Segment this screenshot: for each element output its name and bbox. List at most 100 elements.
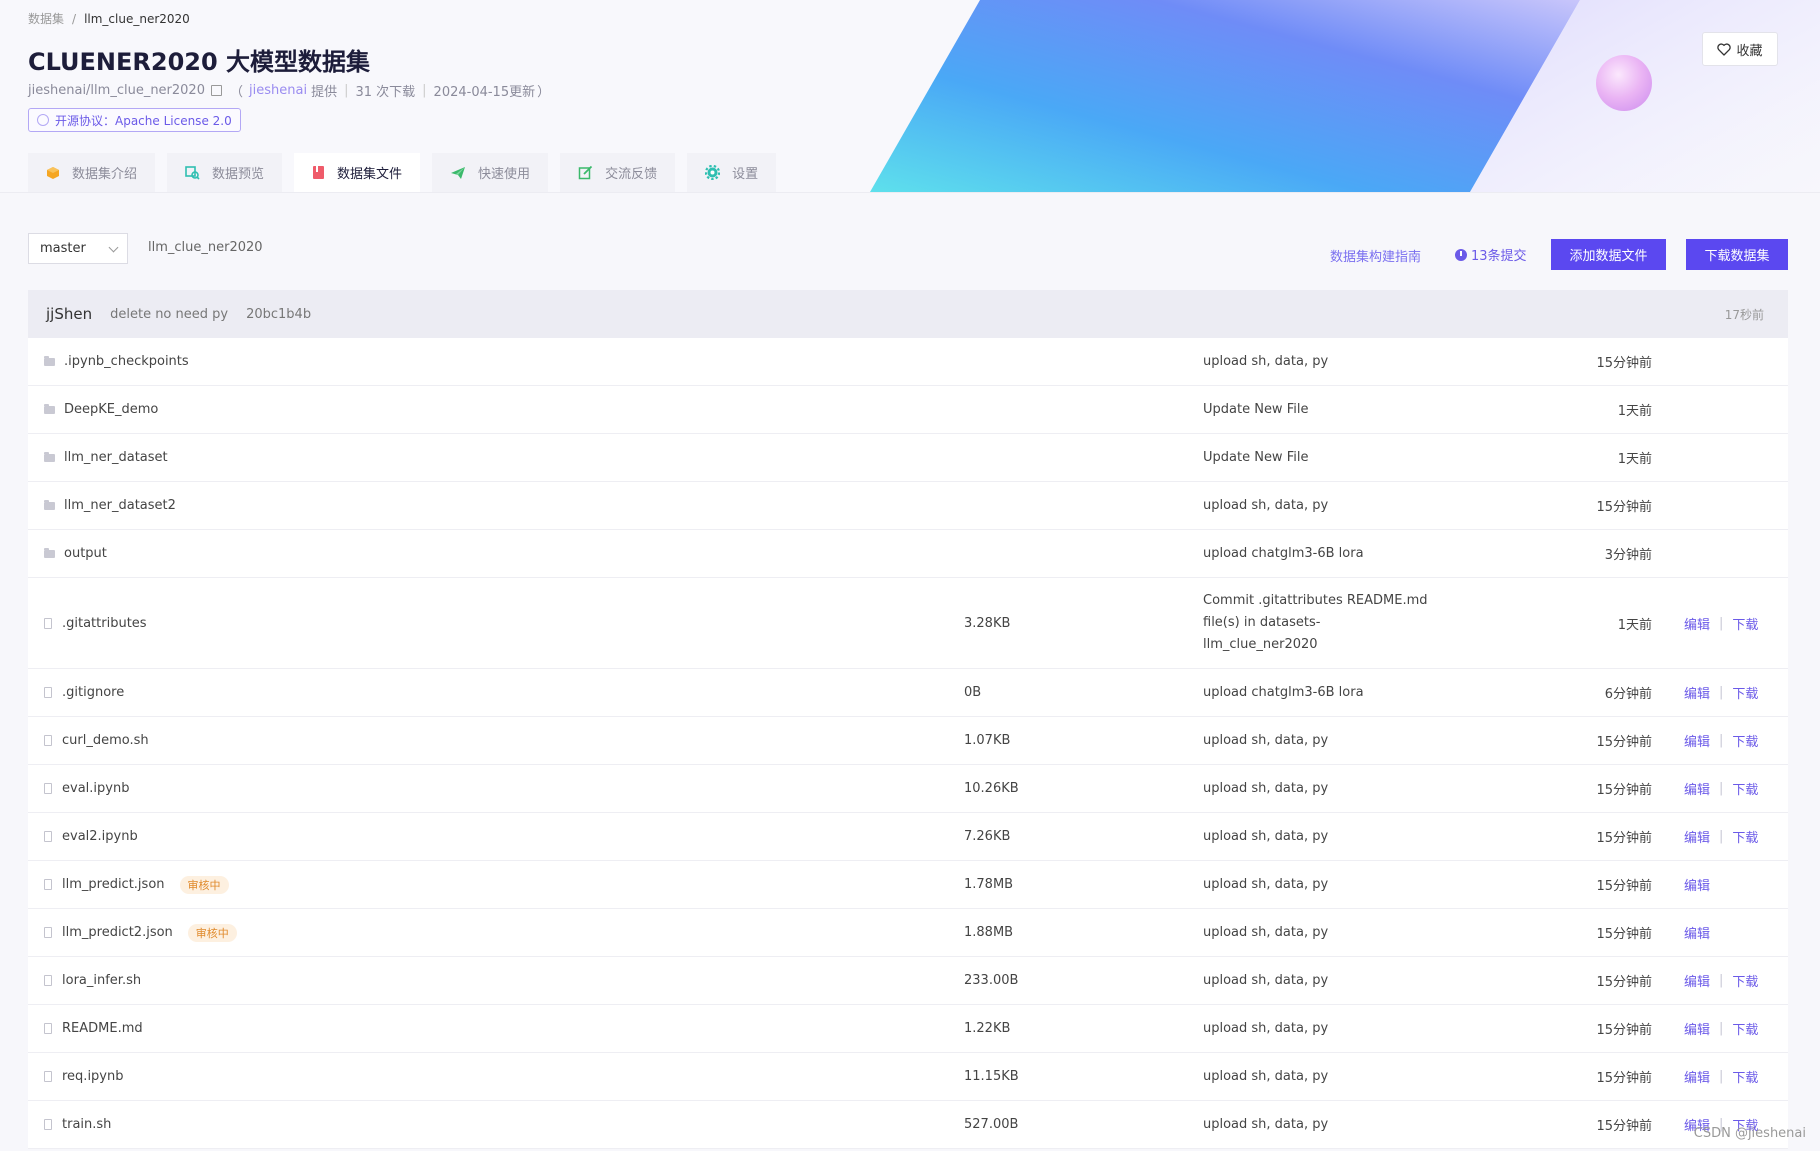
file-name-link[interactable]: llm_ner_dataset2	[64, 498, 176, 513]
download-link[interactable]: 下载	[1732, 1067, 1758, 1086]
file-commit-message: upload sh, data, py	[1203, 717, 1433, 764]
dataset-tabs: 数据集介绍 数据预览 数据集文件 快速使用 交流反馈 设置	[28, 153, 788, 192]
file-name-cell: eval2.ipynb	[44, 813, 138, 860]
file-name-link[interactable]: README.md	[62, 1021, 143, 1036]
commit-message-text[interactable]: Commit .gitattributes README.md file(s) …	[1203, 590, 1433, 656]
commit-message-text[interactable]: Update New File	[1203, 399, 1308, 421]
download-dataset-button[interactable]: 下载数据集	[1686, 239, 1788, 270]
file-name-link[interactable]: llm_ner_dataset	[64, 450, 168, 465]
file-row[interactable]: llm_ner_dataset2 upload sh, data, py 15分钟前	[28, 482, 1788, 530]
file-updated-time: 6分钟前	[1604, 687, 1652, 702]
commit-author[interactable]: jjShen	[46, 305, 92, 323]
download-link[interactable]: 下载	[1732, 614, 1758, 633]
file-row[interactable]: output upload chatglm3-6B lora 3分钟前	[28, 530, 1788, 578]
file-row[interactable]: README.md 1.22KB upload sh, data, py 15分钟前 编…	[28, 1005, 1788, 1053]
file-name-link[interactable]: DeepKE_demo	[64, 402, 158, 417]
file-commit-message: upload chatglm3-6B lora	[1203, 530, 1433, 577]
download-link[interactable]: 下载	[1732, 683, 1758, 702]
file-name-link[interactable]: llm_predict.json	[62, 877, 165, 892]
download-link[interactable]: 下载	[1732, 731, 1758, 750]
file-name-link[interactable]: .gitignore	[62, 685, 124, 700]
edit-link[interactable]: 编辑	[1684, 1067, 1710, 1086]
file-name-link[interactable]: output	[64, 546, 107, 561]
file-name-link[interactable]: .ipynb_checkpoints	[64, 354, 189, 369]
commit-message-text[interactable]: upload sh, data, py	[1203, 1018, 1328, 1040]
file-name-cell: train.sh	[44, 1101, 111, 1148]
file-name-link[interactable]: llm_predict2.json	[62, 925, 173, 940]
dataset-guide-link[interactable]: 数据集构建指南	[1330, 246, 1421, 265]
tab-data-preview[interactable]: 数据预览	[167, 153, 283, 192]
tab-feedback[interactable]: 交流反馈	[560, 153, 676, 192]
file-actions: 编辑 | 下载	[1684, 717, 1758, 764]
commit-message-text[interactable]: upload sh, data, py	[1203, 874, 1328, 896]
edit-link[interactable]: 编辑	[1684, 731, 1710, 750]
commit-message-text[interactable]: upload sh, data, py	[1203, 970, 1328, 992]
file-name-cell: llm_predict2.json 审核中	[44, 909, 237, 956]
download-link[interactable]: 下载	[1732, 1019, 1758, 1038]
commit-message-text[interactable]: upload sh, data, py	[1203, 495, 1328, 517]
commit-message-text[interactable]: upload chatglm3-6B lora	[1203, 543, 1364, 565]
file-row[interactable]: llm_predict.json 审核中 1.78MB upload sh, data…	[28, 861, 1788, 909]
edit-link[interactable]: 编辑	[1684, 971, 1710, 990]
license-badge[interactable]: 开源协议：Apache License 2.0	[28, 108, 241, 132]
commit-message-text[interactable]: upload sh, data, py	[1203, 730, 1328, 752]
file-row[interactable]: req.ipynb 11.15KB upload sh, data, py 15分钟前…	[28, 1053, 1788, 1101]
file-row[interactable]: .gitattributes 3.28KB Commit .gitattribute…	[28, 578, 1788, 669]
latest-commit-bar: jjShen delete no need py 20bc1b4b 17秒前	[28, 290, 1788, 338]
commit-message-text[interactable]: upload chatglm3-6B lora	[1203, 682, 1364, 704]
file-row[interactable]: eval2.ipynb 7.26KB upload sh, data, py 15分钟…	[28, 813, 1788, 861]
file-name-link[interactable]: req.ipynb	[62, 1069, 124, 1084]
download-link[interactable]: 下载	[1732, 827, 1758, 846]
download-link[interactable]: 下载	[1732, 779, 1758, 798]
branch-select[interactable]: master	[28, 233, 128, 264]
commit-message-text[interactable]: upload sh, data, py	[1203, 826, 1328, 848]
file-name-link[interactable]: lora_infer.sh	[62, 973, 141, 988]
tab-dataset-intro[interactable]: 数据集介绍	[28, 153, 156, 192]
file-updated-time: 15分钟前	[1596, 356, 1652, 371]
file-row[interactable]: llm_predict2.json 审核中 1.88MB upload sh, dat…	[28, 909, 1788, 957]
breadcrumb-root-link[interactable]: 数据集	[28, 12, 64, 26]
commit-message-text[interactable]: upload sh, data, py	[1203, 1114, 1328, 1136]
edit-link[interactable]: 编辑	[1684, 875, 1710, 894]
file-row[interactable]: .gitignore 0B upload chatglm3-6B lora 6分钟前 编…	[28, 669, 1788, 717]
file-row[interactable]: .ipynb_checkpoints upload sh, data, py 15分…	[28, 338, 1788, 386]
tab-dataset-files[interactable]: 数据集文件	[294, 153, 421, 192]
edit-link[interactable]: 编辑	[1684, 614, 1710, 633]
file-row[interactable]: DeepKE_demo Update New File 1天前	[28, 386, 1788, 434]
file-row[interactable]: lora_infer.sh 233.00B upload sh, data, py 1…	[28, 957, 1788, 1005]
edit-link[interactable]: 编辑	[1684, 779, 1710, 798]
commits-link[interactable]: 13条提交	[1455, 245, 1527, 264]
tab-quick-start[interactable]: 快速使用	[432, 153, 549, 192]
file-name-link[interactable]: eval.ipynb	[62, 781, 129, 796]
file-name-link[interactable]: curl_demo.sh	[62, 733, 149, 748]
file-row[interactable]: train.sh 527.00B upload sh, data, py 15分钟前编…	[28, 1101, 1788, 1149]
file-updated-time: 15分钟前	[1596, 975, 1652, 990]
commit-message-text[interactable]: upload sh, data, py	[1203, 1066, 1328, 1088]
tab-settings[interactable]: 设置	[687, 153, 777, 192]
favorite-button[interactable]: 收藏	[1702, 32, 1778, 66]
file-size: 0B	[964, 685, 982, 700]
edit-link[interactable]: 编辑	[1684, 683, 1710, 702]
commit-message-text[interactable]: Update New File	[1203, 447, 1308, 469]
commit-message-text[interactable]: upload sh, data, py	[1203, 778, 1328, 800]
copy-icon[interactable]	[210, 85, 222, 96]
add-data-file-button[interactable]: 添加数据文件	[1551, 239, 1666, 270]
file-name-link[interactable]: train.sh	[62, 1117, 111, 1132]
file-icon	[44, 879, 52, 890]
commit-message-text[interactable]: upload sh, data, py	[1203, 351, 1328, 373]
file-row[interactable]: eval.ipynb 10.26KB upload sh, data, py 15分钟…	[28, 765, 1788, 813]
file-name-link[interactable]: .gitattributes	[62, 616, 147, 631]
file-commit-message: upload sh, data, py	[1203, 909, 1433, 956]
heart-icon	[1717, 42, 1732, 56]
commit-message-text[interactable]: upload sh, data, py	[1203, 922, 1328, 944]
provider-link[interactable]: jieshenai	[249, 83, 307, 98]
download-link[interactable]: 下载	[1732, 971, 1758, 990]
file-actions: 编辑 | 下载	[1684, 578, 1758, 668]
file-name-link[interactable]: eval2.ipynb	[62, 829, 138, 844]
file-row[interactable]: curl_demo.sh 1.07KB upload sh, data, py 15分…	[28, 717, 1788, 765]
commit-hash[interactable]: 20bc1b4b	[246, 307, 311, 322]
edit-link[interactable]: 编辑	[1684, 923, 1710, 942]
edit-link[interactable]: 编辑	[1684, 1019, 1710, 1038]
edit-link[interactable]: 编辑	[1684, 827, 1710, 846]
file-row[interactable]: llm_ner_dataset Update New File 1天前	[28, 434, 1788, 482]
